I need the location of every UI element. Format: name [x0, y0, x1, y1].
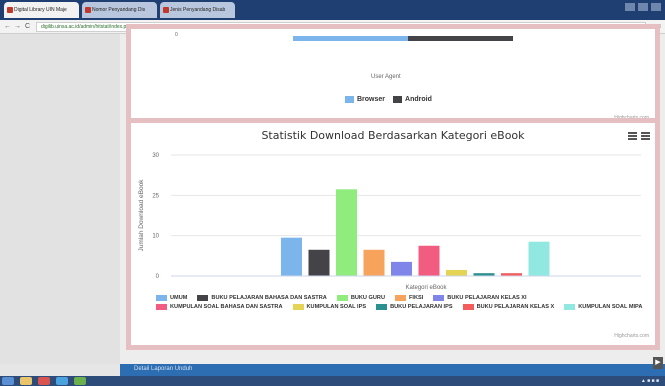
chart-menu-icon[interactable]	[628, 132, 637, 140]
system-tray[interactable]: ▲ ■ ■ ■	[641, 378, 659, 384]
browser-tab-3[interactable]: Jenis Penyandang Disab	[160, 2, 235, 18]
media-taskbar-icon[interactable]	[38, 377, 50, 385]
bar-kumpulan-soal-mipa[interactable]	[528, 241, 550, 276]
maximize-button[interactable]	[638, 3, 648, 11]
legend-label: Android	[405, 96, 432, 103]
legend-label: BUKU PELAJARAN KELAS XI	[447, 295, 527, 301]
legend-item[interactable]: BUKU PELAJARAN KELAS X	[462, 304, 555, 310]
x-axis-label: User Agent	[371, 74, 401, 80]
legend-item-browser[interactable]: Browser	[345, 96, 385, 103]
page-content: 0 User Agent Browser Android Highcharts.…	[0, 24, 665, 364]
favicon-icon	[7, 7, 13, 13]
legend-label: UMUM	[170, 295, 188, 301]
chart-credits[interactable]: Highcharts.com	[614, 333, 649, 339]
tab-label: Jenis Penyandang Disab	[170, 7, 226, 13]
left-sidebar	[0, 34, 120, 364]
bar-umum[interactable]	[281, 237, 302, 276]
legend-swatch	[197, 295, 209, 301]
legend-label: FIKSI	[409, 295, 424, 301]
legend-item-android[interactable]: Android	[393, 96, 432, 103]
legend-swatch	[433, 295, 445, 301]
chrome-taskbar-icon[interactable]	[56, 377, 68, 385]
y-tick-label: 0	[175, 32, 178, 38]
legend-item[interactable]: BUKU GURU	[336, 295, 385, 301]
legend-swatch	[564, 304, 576, 310]
legend-swatch	[376, 304, 388, 310]
legend-item[interactable]: BUKU PELAJARAN BAHASA DAN SASTRA	[197, 295, 327, 301]
legend-label: Browser	[357, 96, 386, 103]
tab-label: Digital Library UIN Maje	[14, 7, 67, 13]
legend-swatch	[345, 96, 354, 103]
section-title: Detail Laporan Unduh	[134, 366, 193, 372]
window-controls	[625, 3, 661, 11]
legend-label: KUMPULAN SOAL MIPA	[578, 304, 643, 310]
app-taskbar-icon[interactable]	[74, 377, 86, 385]
legend-label: BUKU GURU	[350, 295, 385, 301]
explorer-taskbar-icon[interactable]	[20, 377, 32, 385]
bar-kumpulan-soal-bahasa-dan-sastra[interactable]	[418, 245, 440, 276]
favicon-icon	[163, 7, 169, 13]
detail-header-bar: Detail Laporan Unduh	[120, 364, 665, 376]
close-button[interactable]	[651, 3, 661, 11]
y-tick-label: 30	[152, 153, 159, 159]
forward-arrow-icon[interactable]: →	[13, 22, 22, 31]
os-taskbar: ▲ ■ ■ ■	[0, 376, 665, 386]
legend-label: BUKU PELAJARAN IPS	[390, 304, 453, 310]
legend-swatch	[292, 304, 304, 310]
y-tick-label: 0	[156, 274, 160, 280]
legend-swatch	[395, 295, 406, 301]
android-bar	[408, 36, 513, 41]
legend-item[interactable]: KUMPULAN SOAL BAHASA DAN SASTRA	[156, 304, 283, 310]
legend-label: BUKU PELAJARAN KELAS X	[476, 304, 555, 310]
scroll-right-arrow-icon[interactable]: ▶	[653, 357, 663, 369]
browser-tab-bar: Digital Library UIN Maje Nomor Penyandan…	[0, 0, 665, 20]
legend-swatch	[156, 304, 167, 310]
legend-label: KUMPULAN SOAL IPS	[306, 304, 367, 310]
legend-swatch	[156, 295, 167, 301]
y-tick-label: 25	[152, 193, 159, 199]
legend-label: KUMPULAN SOAL BAHASA DAN SASTRA	[170, 304, 283, 310]
y-axis-label: Jumlah Download eBook	[138, 179, 145, 252]
bar-buku-pelajaran-kelas-xi[interactable]	[391, 261, 412, 276]
minimize-button[interactable]	[625, 3, 635, 11]
legend-item[interactable]: FIKSI	[395, 295, 423, 301]
legend-item[interactable]: BUKU PELAJARAN IPS	[376, 304, 453, 310]
legend-swatch	[336, 295, 348, 301]
legend-swatch	[462, 304, 474, 310]
bar-kumpulan-soal-ips[interactable]	[446, 269, 467, 276]
browser-tab-1[interactable]: Digital Library UIN Maje	[4, 2, 79, 18]
main-column: 0 User Agent Browser Android Highcharts.…	[120, 24, 665, 364]
ebook-category-chart-card: Statistik Download Berdasarkan Kategori …	[126, 118, 660, 350]
tab-label: Nomor Penyandang Dis	[92, 7, 146, 13]
bar-buku-pelajaran-bahasa-dan-sastra[interactable]	[308, 249, 330, 276]
browser-bar	[293, 36, 408, 41]
chart-legend: UMUM BUKU PELAJARAN BAHASA DAN SASTRA BUKU…	[156, 295, 656, 310]
legend-item[interactable]: KUMPULAN SOAL MIPA	[564, 304, 642, 310]
chart-export-menu-icon[interactable]	[641, 132, 650, 140]
legend-item[interactable]: KUMPULAN SOAL IPS	[292, 304, 367, 310]
back-arrow-icon[interactable]: ←	[3, 22, 12, 31]
legend-swatch	[393, 96, 403, 103]
reload-icon[interactable]: C	[23, 22, 32, 31]
legend-label: BUKU PELAJARAN BAHASA DAN SASTRA	[211, 295, 327, 301]
x-axis-label: Kategori eBook	[405, 285, 447, 291]
legend-item[interactable]: UMUM	[156, 295, 187, 301]
bar-chart: 30 25 10 0 Jumlah Download eBook Kategori eBo…	[138, 153, 641, 291]
start-button[interactable]	[2, 377, 14, 385]
bar-buku-guru[interactable]	[336, 189, 357, 276]
favicon-icon	[85, 7, 91, 13]
bar-fiksi[interactable]	[363, 249, 385, 276]
legend-item[interactable]: BUKU PELAJARAN KELAS XI	[433, 295, 527, 301]
chart-title: Statistik Download Berdasarkan Kategori …	[261, 129, 525, 142]
y-tick-label: 10	[152, 234, 159, 240]
chart-legend: Browser Android	[345, 96, 432, 103]
browser-tab-2[interactable]: Nomor Penyandang Dis	[82, 2, 157, 18]
